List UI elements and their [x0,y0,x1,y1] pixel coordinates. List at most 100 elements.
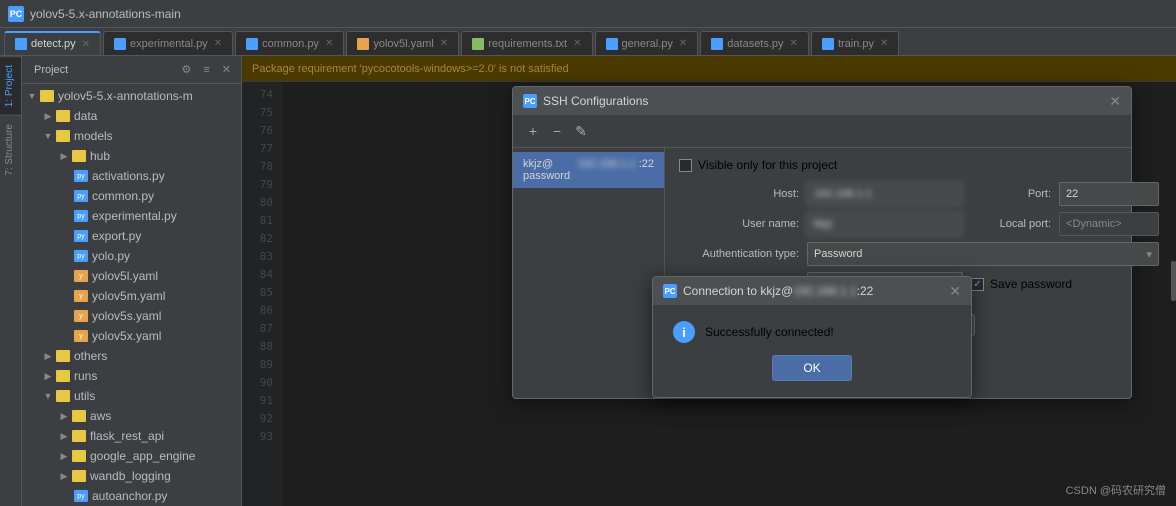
tab-py-icon [606,38,618,50]
tree-label-utils: utils [74,389,95,403]
tree-item-experimental[interactable]: py experimental.py [22,206,241,226]
app-icon: PC [8,6,24,22]
tree-item-activations[interactable]: py activations.py [22,166,241,186]
tab-close-icon[interactable]: ✕ [214,38,222,49]
tree-item-aws[interactable]: ▶ aws [22,406,241,426]
tab-experimental-py[interactable]: experimental.py ✕ [103,31,233,55]
success-title-text: Connection to kkjz@192.168.1.1:22 [683,284,873,298]
username-label: User name: [679,218,799,230]
tab-txt-icon [472,38,484,50]
port-input[interactable] [1059,182,1159,206]
tab-py-icon [246,38,258,50]
tree-item-utils[interactable]: ▼ utils [22,386,241,406]
yaml-icon-yolov5x: y [74,330,88,342]
tree-arrow-others: ▶ [42,350,54,362]
tree-item-yolo[interactable]: py yolo.py [22,246,241,266]
folder-icon-data [56,110,70,122]
title-bar: PC yolov5-5.x-annotations-main [0,0,1176,28]
tree-item-others[interactable]: ▶ others [22,346,241,366]
sidebar-btn-gear2[interactable]: ≡ [199,62,213,78]
tree-root[interactable]: ▼ yolov5-5.x-annotations-m [22,86,241,106]
side-tab-project[interactable]: 1: Project [0,56,21,115]
visible-only-checkbox[interactable] [679,159,692,172]
tree-item-gae[interactable]: ▶ google_app_engine [22,446,241,466]
tab-detect-py[interactable]: detect.py ✕ [4,31,101,55]
sidebar-tree: ▼ yolov5-5.x-annotations-m ▶ data ▼ mode… [22,84,241,506]
folder-icon-root [40,90,54,102]
chevron-down-icon: ▾ [1147,248,1153,261]
tree-item-runs[interactable]: ▶ runs [22,366,241,386]
tree-item-common[interactable]: py common.py [22,186,241,206]
tree-label-data: data [74,109,97,123]
tab-label: experimental.py [130,38,208,50]
ssh-edit-btn[interactable]: ✎ [571,121,591,141]
yaml-icon-yolov5s: y [74,310,88,322]
tree-arrow-flask: ▶ [58,430,70,442]
tree-item-yolov5s[interactable]: y yolov5s.yaml [22,306,241,326]
tab-close-icon[interactable]: ✕ [880,38,888,49]
tree-label-hub: hub [90,149,110,163]
tree-item-models[interactable]: ▼ models [22,126,241,146]
tree-label-root: yolov5-5.x-annotations-m [58,89,193,103]
tree-item-autoanchor[interactable]: py autoanchor.py [22,486,241,506]
folder-icon-utils [56,390,70,402]
tree-arrow-aws: ▶ [58,410,70,422]
tab-close-icon[interactable]: ✕ [573,38,581,49]
tab-label: datasets.py [727,38,783,50]
tab-close-icon[interactable]: ✕ [325,38,333,49]
success-dialog: PC Connection to kkjz@192.168.1.1:22 ✕ i… [652,276,972,398]
local-port-value: <Dynamic> [1059,212,1159,236]
tree-arrow-utils: ▼ [42,390,54,402]
tab-label: train.py [838,38,874,50]
ssh-list: kkjz@ 192.168.1.1 :22 password [513,148,665,398]
tab-close-icon[interactable]: ✕ [790,38,798,49]
py-icon-common: py [74,190,88,202]
folder-icon-gae [72,450,86,462]
tree-label-gae: google_app_engine [90,449,195,463]
success-dialog-close[interactable]: ✕ [949,283,961,300]
tree-item-yolov5m[interactable]: y yolov5m.yaml [22,286,241,306]
side-tab-structure[interactable]: 7: Structure [0,115,21,184]
port-label: Port: [971,188,1051,200]
tree-item-export[interactable]: py export.py [22,226,241,246]
tab-close-icon[interactable]: ✕ [679,38,687,49]
tab-close-icon[interactable]: ✕ [440,38,448,49]
save-password-checkbox[interactable]: ✓ [971,278,984,291]
csdn-text: CSDN @码农研究僧 [1066,485,1166,497]
ok-button[interactable]: OK [772,355,851,381]
tab-label: yolov5l.yaml [373,38,434,50]
tab-yolov5l-yaml[interactable]: yolov5l.yaml ✕ [346,31,459,55]
tree-item-hub[interactable]: ▶ hub [22,146,241,166]
ssh-remove-btn[interactable]: − [547,121,567,141]
tab-common-py[interactable]: common.py ✕ [235,31,344,55]
py-icon-experimental: py [74,210,88,222]
tree-item-yolov5x[interactable]: y yolov5x.yaml [22,326,241,346]
tab-py-icon [711,38,723,50]
tree-item-data[interactable]: ▶ data [22,106,241,126]
username-input[interactable] [807,212,963,236]
tab-label: requirements.txt [488,38,567,50]
tree-item-wandb[interactable]: ▶ wandb_logging [22,466,241,486]
tab-close-icon[interactable]: ✕ [82,39,90,50]
ssh-list-item[interactable]: kkjz@ 192.168.1.1 :22 password [513,152,664,188]
sidebar-btn-settings[interactable]: ⚙ [177,61,195,78]
tab-general-py[interactable]: general.py ✕ [595,31,699,55]
folder-icon-wandb [72,470,86,482]
ssh-dialog-close[interactable]: ✕ [1109,93,1121,110]
ssh-toolbar: + − ✎ [513,115,1131,148]
ssh-add-btn[interactable]: + [523,121,543,141]
auth-type-select[interactable]: Password ▾ [807,242,1159,266]
tab-datasets-py[interactable]: datasets.py ✕ [700,31,809,55]
tree-item-flask[interactable]: ▶ flask_rest_api [22,426,241,446]
tab-requirements-txt[interactable]: requirements.txt ✕ [461,31,592,55]
host-input[interactable] [807,182,963,206]
tree-arrow-hub: ▶ [58,150,70,162]
sidebar-btn-collapse[interactable]: ✕ [218,61,235,78]
tab-bar: detect.py ✕ experimental.py ✕ common.py … [0,28,1176,56]
side-tabs-strip: 1: Project 7: Structure [0,56,22,506]
success-title-left: PC Connection to kkjz@192.168.1.1:22 [663,284,873,298]
tree-item-yolov5l[interactable]: y yolov5l.yaml [22,266,241,286]
tab-train-py[interactable]: train.py ✕ [811,31,899,55]
resize-handle[interactable] [1171,261,1176,301]
folder-icon-models [56,130,70,142]
